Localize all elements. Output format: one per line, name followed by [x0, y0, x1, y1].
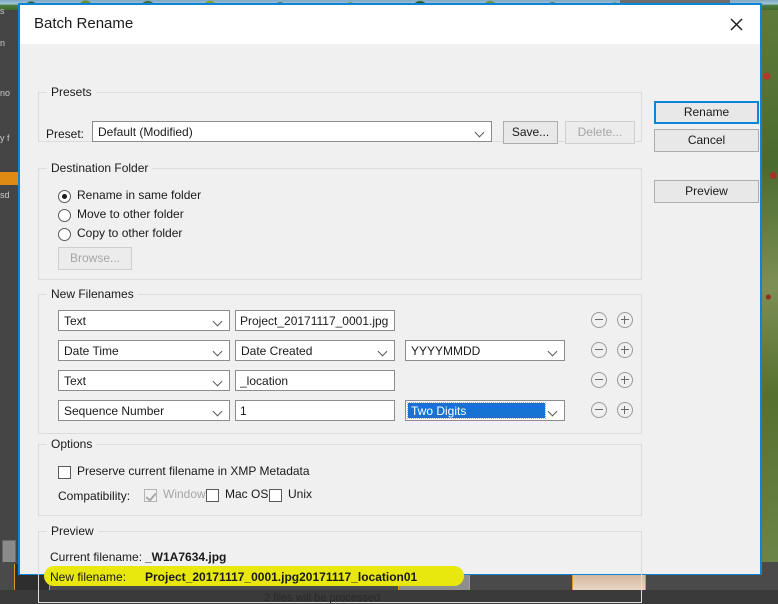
filename-row-1-type-select[interactable]: Date Time — [58, 340, 230, 361]
preset-select-value: Default (Modified) — [98, 125, 193, 139]
minus-bar — [595, 349, 603, 350]
destination-folder-group-title: Destination Folder — [47, 161, 153, 175]
background-sidebar-text-2: no — [0, 88, 11, 98]
checkbox-indicator — [144, 489, 157, 502]
filename-row-3-start-value: 1 — [240, 404, 247, 418]
chevron-down-icon — [214, 378, 223, 384]
filename-row-0-plus-icon[interactable] — [617, 312, 633, 328]
radio-label: Copy to other folder — [77, 226, 183, 240]
filename-row-1-format-value: YYYYMMDD — [411, 344, 481, 358]
batch-rename-dialog: Batch Rename Presets Preset: Default (Mo… — [18, 3, 762, 604]
chevron-down-icon — [476, 129, 485, 135]
chevron-down-icon — [549, 408, 558, 414]
filename-row-0-text-input[interactable]: Project_20171117_0001.jpg — [235, 310, 395, 331]
filename-row-1-value: Date Created — [241, 344, 313, 358]
background-selected-row — [0, 172, 18, 185]
filename-row-2-plus-icon[interactable] — [617, 372, 633, 388]
radio-indicator — [58, 190, 71, 203]
files-processed-note: 2 files will be processed — [264, 592, 381, 604]
radio-label: Move to other folder — [77, 207, 184, 221]
background-sidebar-text-4: sd — [0, 190, 10, 200]
plus-bar-v — [624, 346, 625, 354]
filename-row-1-type-value: Date Time — [64, 344, 119, 358]
filename-row-0-minus-icon[interactable] — [591, 312, 607, 328]
checkbox-label: Mac OS — [225, 487, 269, 501]
radio-indicator — [58, 209, 71, 222]
new-filename-value: Project_20171117_0001.jpg20171117_locati… — [145, 570, 418, 584]
cancel-button[interactable]: Cancel — [654, 129, 759, 152]
minus-bar — [595, 379, 603, 380]
save-preset-button[interactable]: Save... — [503, 121, 558, 144]
filename-row-3-plus-icon[interactable] — [617, 402, 633, 418]
background-sidebar-text-0: s — [0, 6, 5, 16]
chevron-down-icon — [214, 318, 223, 324]
filename-row-3-digits-select[interactable]: Two Digits — [405, 400, 565, 421]
checkbox-indicator — [269, 489, 282, 502]
filename-row-3-type-value: Sequence Number — [64, 404, 165, 418]
checkbox-label: Windows — [163, 487, 212, 501]
plus-bar-h — [621, 349, 629, 350]
checkbox-label: Preserve current filename in XMP Metadat… — [77, 464, 310, 478]
current-filename-value: _W1A7634.jpg — [145, 550, 227, 564]
filename-row-3-start-input[interactable]: 1 — [235, 400, 395, 421]
filename-row-0-type-value: Text — [64, 314, 87, 328]
plus-bar-v — [624, 316, 625, 324]
preset-select[interactable]: Default (Modified) — [92, 121, 492, 142]
background-right-photo — [762, 10, 778, 562]
background-sidebar-text-3: y f — [0, 133, 10, 143]
filename-row-0-type-select[interactable]: Text — [58, 310, 230, 331]
new-filenames-group-title: New Filenames — [47, 287, 138, 301]
plus-bar-h — [621, 379, 629, 380]
plus-bar-v — [624, 406, 625, 414]
options-group: Options — [38, 437, 642, 516]
close-icon[interactable] — [714, 5, 760, 42]
filename-row-1-minus-icon[interactable] — [591, 342, 607, 358]
filename-row-1-value-select[interactable]: Date Created — [235, 340, 395, 361]
browse-button: Browse... — [58, 247, 132, 270]
filename-row-0-text-value: Project_20171117_0001.jpg — [240, 314, 389, 328]
background-scrollbar-thumb[interactable] — [2, 540, 16, 564]
radio-label: Rename in same folder — [77, 188, 202, 202]
dialog-body: Presets Preset: Default (Modified) Save.… — [20, 44, 760, 604]
checkbox-label: Unix — [288, 487, 313, 501]
delete-preset-button: Delete... — [565, 121, 635, 144]
preview-button[interactable]: Preview — [654, 180, 759, 203]
minus-bar — [595, 319, 603, 320]
chevron-down-icon — [214, 348, 223, 354]
radio-indicator — [58, 228, 71, 241]
compatibility-label: Compatibility: — [58, 489, 131, 503]
filename-row-2-minus-icon[interactable] — [591, 372, 607, 388]
background-sidebar-text-1: n — [0, 38, 6, 48]
filename-row-2-text-input[interactable]: _location — [235, 370, 395, 391]
chevron-down-icon — [214, 408, 223, 414]
filename-row-1-format-select[interactable]: YYYYMMDD — [405, 340, 565, 361]
filename-row-3-minus-icon[interactable] — [591, 402, 607, 418]
dialog-titlebar: Batch Rename — [20, 5, 760, 44]
chevron-down-icon — [379, 348, 388, 354]
plus-bar-h — [621, 409, 629, 410]
presets-group-title: Presets — [47, 85, 96, 99]
dialog-title: Batch Rename — [34, 15, 134, 32]
filename-row-2-type-value: Text — [64, 374, 87, 388]
options-group-title: Options — [47, 437, 97, 451]
preview-group-title: Preview — [47, 524, 98, 538]
plus-bar-v — [624, 376, 625, 384]
chevron-down-icon — [549, 348, 558, 354]
current-filename-label: Current filename: — [50, 550, 143, 564]
minus-bar — [595, 409, 603, 410]
filename-row-1-plus-icon[interactable] — [617, 342, 633, 358]
filename-row-3-type-select[interactable]: Sequence Number — [58, 400, 230, 421]
filename-row-2-type-select[interactable]: Text — [58, 370, 230, 391]
checkbox-indicator — [206, 489, 219, 502]
checkbox-indicator — [58, 466, 71, 479]
new-filename-label: New filename: — [50, 570, 127, 584]
preset-label: Preset: — [46, 127, 85, 141]
filename-row-3-digits-value: Two Digits — [407, 402, 546, 419]
plus-bar-h — [621, 319, 629, 320]
filename-row-2-text-value: _location — [240, 374, 289, 388]
rename-button[interactable]: Rename — [654, 101, 759, 124]
